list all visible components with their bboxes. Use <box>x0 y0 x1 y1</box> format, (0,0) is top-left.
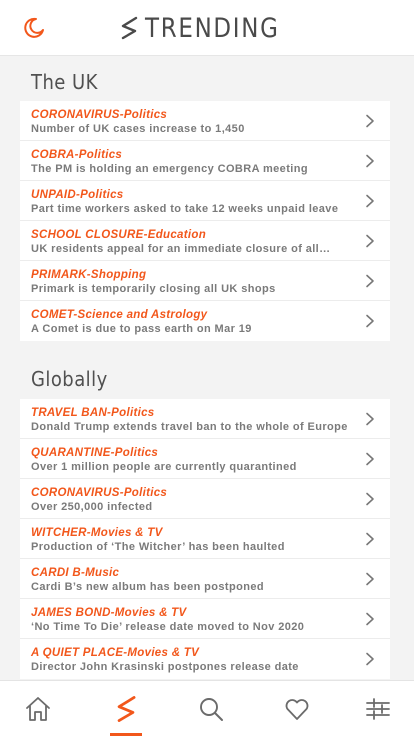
trending-bolt-icon <box>117 696 136 722</box>
heart-icon <box>285 699 309 720</box>
news-item[interactable]: QUARANTINE-Politics Over 1 million people… <box>20 439 390 479</box>
news-item[interactable]: A QUIET PLACE-Movies & TV Director John K… <box>20 639 390 679</box>
news-item[interactable]: SCHOOL CLOSURE-Education UK residents app… <box>20 221 390 261</box>
sliders-icon <box>366 698 390 720</box>
chevron-right-icon <box>366 572 374 586</box>
news-item[interactable]: CORONAVIRUS-Politics Over 250,000 infecte… <box>20 479 390 519</box>
news-headline: ‘No Time To Die’ release date moved to N… <box>31 621 305 633</box>
top-bar: TRENDING <box>0 0 414 56</box>
news-headline: Production of ‘The Witcher’ has been hau… <box>31 541 285 553</box>
news-category: UNPAID-Politics <box>31 189 124 201</box>
news-headline: Part time workers asked to take 12 weeks… <box>31 203 339 215</box>
section-title-global: Globally <box>31 367 108 391</box>
news-category: CORONAVIRUS-Politics <box>31 109 168 121</box>
tab-favorites[interactable] <box>281 693 313 725</box>
chevron-right-icon <box>366 194 374 208</box>
global-news-list: TRAVEL BAN-Politics Donald Trump extends … <box>20 399 390 679</box>
news-category: TRAVEL BAN-Politics <box>31 407 155 419</box>
news-item[interactable]: TRAVEL BAN-Politics Donald Trump extends … <box>20 399 390 439</box>
news-category: A QUIET PLACE-Movies & TV <box>31 647 200 659</box>
news-headline: Over 250,000 infected <box>31 501 153 513</box>
news-headline: UK residents appeal for an immediate clo… <box>31 243 331 255</box>
news-category: COBRA-Politics <box>31 149 123 161</box>
news-category: COMET-Science and Astrology <box>31 309 208 321</box>
news-headline: Number of UK cases increase to 1,450 <box>31 123 245 135</box>
news-headline: Cardi B’s new album has been postponed <box>31 581 264 593</box>
chevron-right-icon <box>366 314 374 328</box>
chevron-right-icon <box>366 532 374 546</box>
news-category: CORONAVIRUS-Politics <box>31 487 168 499</box>
tab-settings[interactable] <box>362 693 394 725</box>
uk-news-list: CORONAVIRUS-Politics Number of UK cases i… <box>20 101 390 341</box>
chevron-right-icon <box>366 234 374 248</box>
news-item[interactable]: CORONAVIRUS-Politics Number of UK cases i… <box>20 101 390 141</box>
news-item[interactable]: JAMES BOND-Movies & TV ‘No Time To Die’ r… <box>20 599 390 639</box>
chevron-right-icon <box>366 274 374 288</box>
tab-search[interactable] <box>195 693 227 725</box>
chevron-right-icon <box>366 612 374 626</box>
search-icon <box>200 698 223 721</box>
news-item[interactable]: UNPAID-Politics Part time workers asked t… <box>20 181 390 221</box>
news-headline: Donald Trump extends travel ban to the w… <box>31 421 348 433</box>
chevron-right-icon <box>366 154 374 168</box>
news-category: QUARANTINE-Politics <box>31 447 159 459</box>
news-category: PRIMARK-Shopping <box>31 269 147 281</box>
home-icon <box>26 697 50 721</box>
news-headline: Primark is temporarily closing all UK sh… <box>31 283 276 295</box>
news-item[interactable]: WITCHER-Movies & TV Production of ‘The Wi… <box>20 519 390 559</box>
news-category: CARDI B-Music <box>31 567 120 579</box>
chevron-right-icon <box>366 114 374 128</box>
page-title: TRENDING <box>145 12 280 44</box>
news-headline: Over 1 million people are currently quar… <box>31 461 297 473</box>
news-item[interactable]: CARDI B-Music Cardi B’s new album has bee… <box>20 559 390 599</box>
bottom-tab-bar <box>0 680 414 736</box>
chevron-right-icon <box>366 452 374 466</box>
chevron-right-icon <box>366 492 374 506</box>
chevron-right-icon <box>366 652 374 666</box>
news-headline: A Comet is due to pass earth on Mar 19 <box>31 323 252 335</box>
news-item[interactable]: COMET-Science and Astrology A Comet is du… <box>20 301 390 341</box>
tab-home[interactable] <box>22 693 54 725</box>
section-title-uk: The UK <box>31 70 98 94</box>
news-item[interactable]: PRIMARK-Shopping Primark is temporarily c… <box>20 261 390 301</box>
news-item[interactable]: COBRA-Politics The PM is holding an emerg… <box>20 141 390 181</box>
tab-trending[interactable] <box>110 693 142 725</box>
news-category: WITCHER-Movies & TV <box>31 527 163 539</box>
news-category: JAMES BOND-Movies & TV <box>31 607 187 619</box>
trending-bolt-icon <box>121 16 138 40</box>
news-headline: Director John Krasinski postpones releas… <box>31 661 299 673</box>
brand: TRENDING <box>0 10 414 46</box>
news-headline: The PM is holding an emergency COBRA mee… <box>31 163 308 175</box>
chevron-right-icon <box>366 412 374 426</box>
news-category: SCHOOL CLOSURE-Education <box>31 229 207 241</box>
